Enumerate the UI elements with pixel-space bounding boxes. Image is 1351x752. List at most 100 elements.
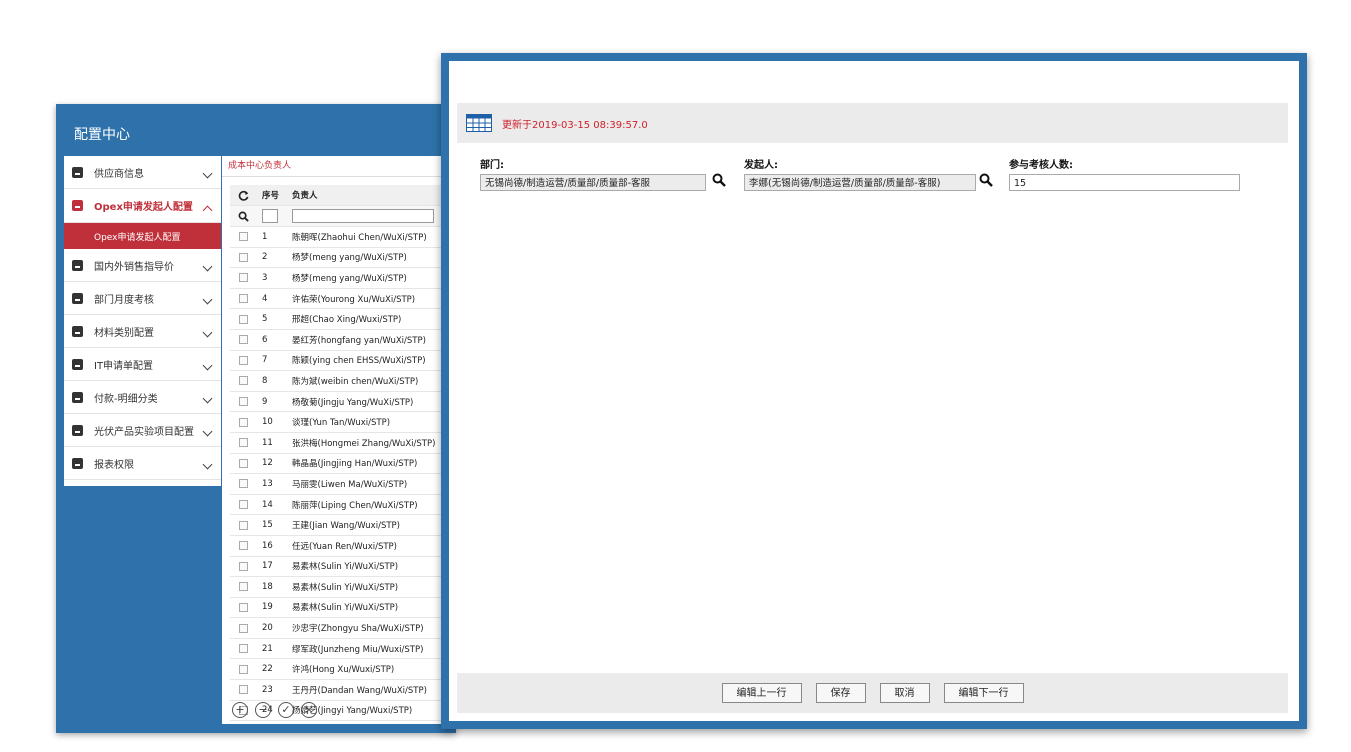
row-checkbox[interactable] [238,520,248,530]
row-checkbox[interactable] [238,644,248,654]
row-checkbox[interactable] [238,252,248,262]
dept-label: 部门: [480,160,504,171]
row-checkbox[interactable] [238,273,248,283]
sidebar-item-opex[interactable]: Opex申请发起人配置 [64,189,221,223]
chevron-down-icon [202,459,213,470]
row-checkbox[interactable] [238,397,248,407]
initiator-input[interactable]: 李娜(无锡尚德/制造运营/质量部/质量部-客服) [744,174,976,191]
grid-caption: 成本中心负责人 [222,156,456,177]
row-checkbox[interactable] [238,541,248,551]
table-row[interactable]: 15 王建(Jian Wang/Wuxi/STP) [230,515,456,536]
table-row[interactable]: 7 陈颖(ying chen EHSS/WuXi/STP) [230,351,456,372]
search-icon[interactable] [230,211,256,222]
edit-previous-row-button[interactable]: 编辑上一行 [721,683,802,703]
count-input[interactable]: 15 [1009,174,1240,191]
sidebar-item-sales-price[interactable]: 国内外销售指导价 [64,249,221,282]
row-checkbox[interactable] [238,479,248,489]
row-person: 韩晶晶(Jingjing Han/Wuxi/STP) [292,459,418,470]
table-row[interactable]: 13 马丽雯(Liwen Ma/WuXi/STP) [230,474,456,495]
confirm-icon[interactable]: ✓ [278,702,294,718]
refresh-icon[interactable] [230,190,256,201]
row-checkbox[interactable] [238,314,248,324]
sidebar-item-material[interactable]: 材料类别配置 [64,315,221,348]
row-seq: 10 [262,417,273,428]
column-header-person[interactable]: 负责人 [292,189,456,201]
form-icon [72,166,83,178]
table-row[interactable]: 1 陈朝晖(Zhaohui Chen/WuXi/STP) [230,227,456,248]
row-person: 杨敬菊(Jingju Yang/WuXi/STP) [292,397,414,408]
row-checkbox[interactable] [238,355,248,365]
row-checkbox[interactable] [238,602,248,612]
row-checkbox[interactable] [238,335,248,345]
add-row-icon[interactable]: + [232,702,248,718]
row-checkbox[interactable] [238,623,248,633]
sidebar-item-supplier[interactable]: 供应商信息 [64,156,221,189]
table-row[interactable]: 12 韩晶晶(Jingjing Han/Wuxi/STP) [230,454,456,475]
row-checkbox[interactable] [238,664,248,674]
table-row[interactable]: 14 陈丽萍(Liping Chen/WuXi/STP) [230,495,456,516]
remove-row-icon[interactable]: − [255,702,271,718]
row-person: 邢超(Chao Xing/Wuxi/STP) [292,315,402,326]
sidebar-item-it[interactable]: IT申请单配置 [64,348,221,381]
sidebar-item-pv-test[interactable]: 光伏产品实验项目配置 [64,414,221,447]
chevron-down-icon [202,168,213,179]
table-row[interactable]: 23 王丹丹(Dandan Wang/WuXi/STP) [230,680,456,701]
table-row[interactable]: 20 沙忠宇(Zhongyu Sha/WuXi/STP) [230,618,456,639]
row-person: 王建(Jian Wang/Wuxi/STP) [292,521,400,532]
sidebar-item-dept-monthly[interactable]: 部门月度考核 [64,282,221,315]
row-person: 陈丽萍(Liping Chen/WuXi/STP) [292,500,418,511]
row-seq: 9 [262,396,268,407]
table-row[interactable]: 5 邢超(Chao Xing/Wuxi/STP) [230,309,456,330]
row-checkbox[interactable] [238,582,248,592]
form-icon [72,259,83,271]
row-checkbox[interactable] [238,500,248,510]
column-header-seq[interactable]: 序号 [256,189,292,201]
row-checkbox[interactable] [238,417,248,427]
filter-person-input[interactable] [292,209,434,223]
initiator-label: 发起人: [744,160,778,171]
table-row[interactable]: 22 许鸿(Hong Xu/Wuxi/STP) [230,659,456,681]
row-seq: 2 [262,252,268,263]
table-row[interactable]: 3 杨梦(meng yang/WuXi/STP) [230,268,456,289]
grid-footer: + − ✓ × [232,702,317,718]
row-checkbox[interactable] [238,232,248,242]
table-row[interactable]: 2 杨梦(meng yang/WuXi/STP) [230,248,456,269]
sidebar-item-payment[interactable]: 付款-明细分类 [64,381,221,414]
table-row[interactable]: 9 杨敬菊(Jingju Yang/WuXi/STP) [230,392,456,413]
row-person: 陈朝晖(Zhaohui Chen/WuXi/STP) [292,232,427,243]
row-checkbox[interactable] [238,376,248,386]
filter-seq-input[interactable] [262,209,278,223]
row-checkbox[interactable] [238,458,248,468]
table-row[interactable]: 11 张洪梅(Hongmei Zhang/WuXi/STP) [230,433,456,454]
row-checkbox[interactable] [238,561,248,571]
row-seq: 4 [262,293,268,304]
dept-search-icon[interactable] [712,173,726,187]
edit-next-row-button[interactable]: 编辑下一行 [943,683,1024,703]
initiator-search-icon[interactable] [979,173,993,187]
sidebar-item-label: 光伏产品实验项目配置 [94,426,194,438]
table-row[interactable]: 6 晏红芳(hongfang yan/WuXi/STP) [230,330,456,351]
row-person: 许佑荣(Yourong Xu/WuXi/STP) [292,294,416,305]
save-button[interactable]: 保存 [815,683,866,703]
sidebar-item-report[interactable]: 报表权限 [64,447,221,480]
row-person: 沙忠宇(Zhongyu Sha/WuXi/STP) [292,624,424,635]
table-row[interactable]: 16 任远(Yuan Ren/Wuxi/STP) [230,536,456,557]
row-checkbox[interactable] [238,294,248,304]
cancel-icon[interactable]: × [301,702,317,718]
row-checkbox[interactable] [238,685,248,695]
row-seq: 5 [262,314,268,325]
table-row[interactable]: 8 陈为斌(weibin chen/WuXi/STP) [230,371,456,392]
row-person: 马丽雯(Liwen Ma/WuXi/STP) [292,479,408,490]
row-checkbox[interactable] [238,438,248,448]
table-row[interactable]: 17 易素林(Sulin Yi/WuXi/STP) [230,557,456,578]
dialog-body: 更新于2019-03-15 08:39:57.0 部门: 无锡尚德/制造运营/质… [449,61,1299,721]
table-row[interactable]: 19 易素林(Sulin Yi/WuXi/STP) [230,598,456,619]
table-row[interactable]: 10 谈瑾(Yun Tan/Wuxi/STP) [230,412,456,433]
table-row[interactable]: 21 缪军政(Junzheng Miu/Wuxi/STP) [230,639,456,660]
dept-input[interactable]: 无锡尚德/制造运营/质量部/质量部-客服 [480,174,706,191]
table-row[interactable]: 18 易素林(Sulin Yi/WuXi/STP) [230,577,456,598]
cancel-button[interactable]: 取消 [879,683,930,703]
table-row[interactable]: 4 许佑荣(Yourong Xu/WuXi/STP) [230,289,456,310]
submenu-item-opex[interactable]: Opex申请发起人配置 [64,223,221,249]
row-person: 杨梦(meng yang/WuXi/STP) [292,253,407,264]
